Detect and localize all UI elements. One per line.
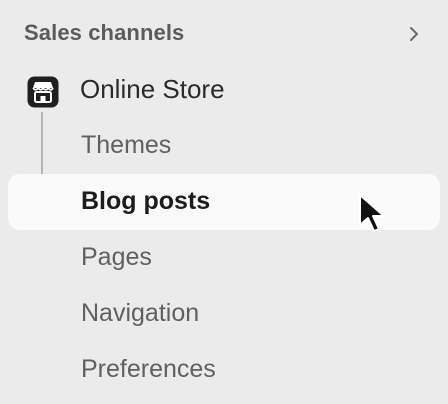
nav-item-themes[interactable]: Themes xyxy=(0,120,448,172)
online-store-label: Online Store xyxy=(80,74,225,104)
mouse-pointer-icon xyxy=(359,194,385,232)
online-store-item[interactable]: Online Store xyxy=(0,66,448,116)
storefront-icon xyxy=(27,76,59,108)
nav-item-label: Pages xyxy=(81,243,152,271)
nav-item-pages[interactable]: Pages xyxy=(0,232,448,284)
sales-channels-title: Sales channels xyxy=(24,20,185,45)
nav-item-label: Themes xyxy=(81,131,172,159)
nav-item-preferences[interactable]: Preferences xyxy=(0,344,448,396)
chevron-right-icon[interactable] xyxy=(404,24,424,44)
nav-item-label: Preferences xyxy=(81,355,216,383)
sales-channels-header[interactable]: Sales channels xyxy=(0,14,448,54)
nav-item-label: Blog posts xyxy=(81,187,211,215)
nav-item-navigation[interactable]: Navigation xyxy=(0,288,448,340)
nav-item-label: Navigation xyxy=(81,299,200,327)
